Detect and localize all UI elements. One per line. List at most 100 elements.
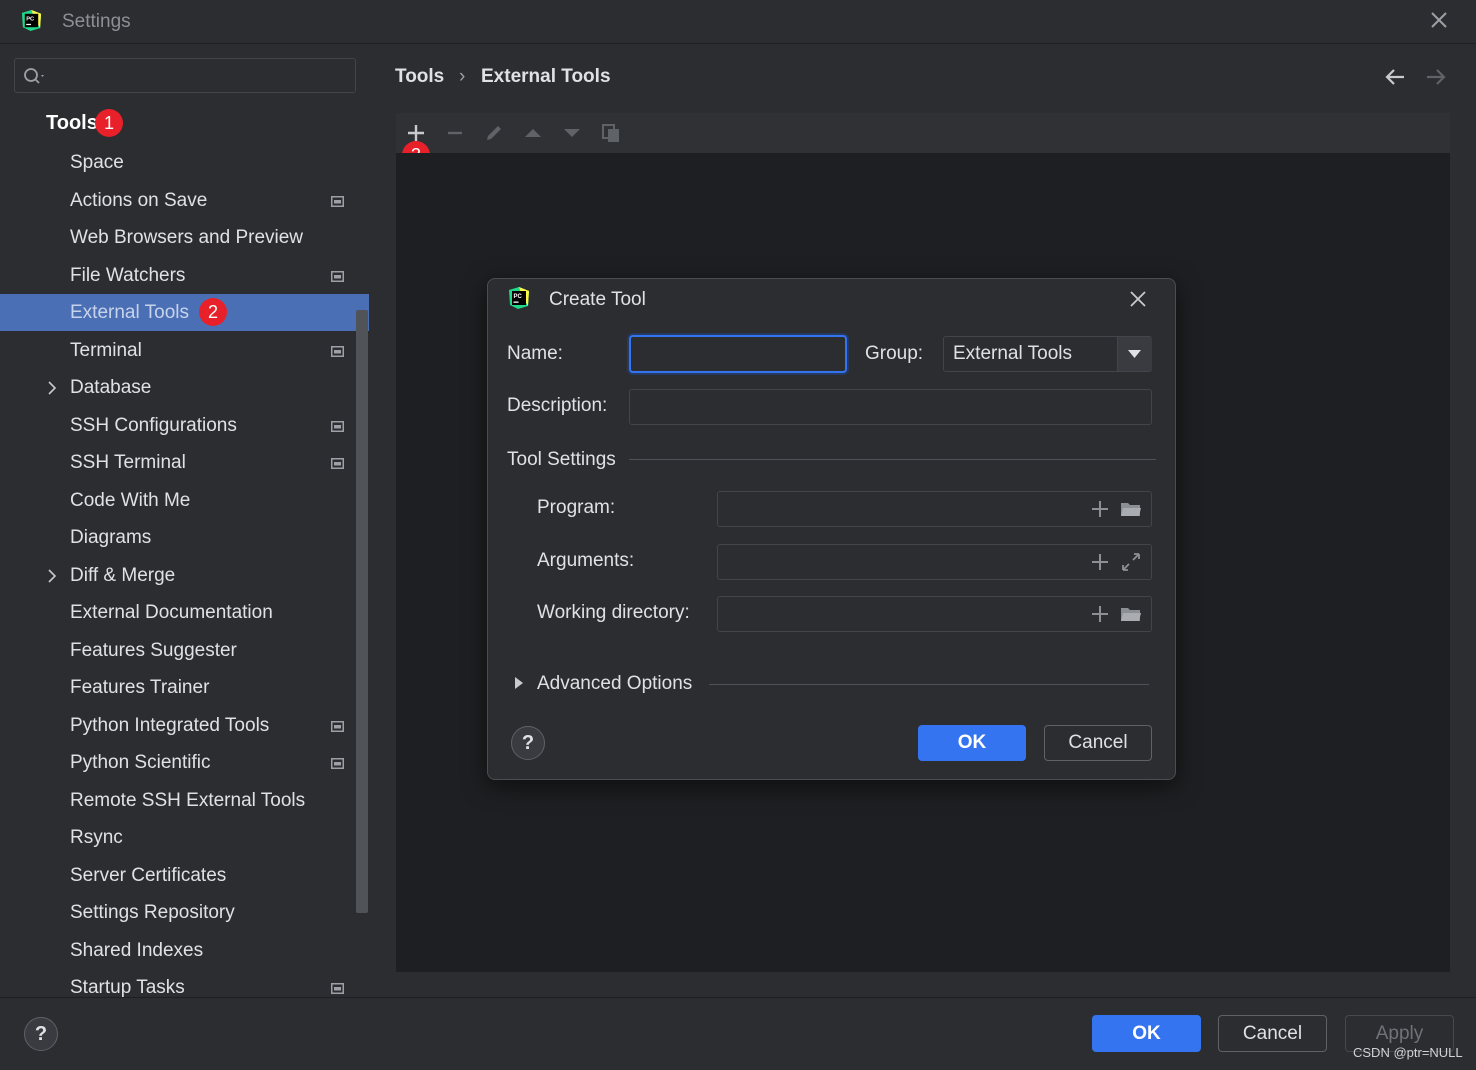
sidebar-item-features-suggester[interactable]: Features Suggester [0,632,356,669]
chevron-right-icon[interactable] [46,381,58,395]
insert-macro-icon[interactable] [1089,551,1111,573]
breadcrumb-parent[interactable]: Tools [395,66,444,88]
window-title: Settings [62,11,131,32]
sidebar-item-label: Python Scientific [70,752,211,773]
ok-button[interactable]: OK [1092,1015,1201,1052]
tool-settings-heading: Tool Settings [507,449,616,470]
sidebar-item-shared-indexes[interactable]: Shared Indexes [0,932,356,969]
sidebar-item-external-documentation[interactable]: External Documentation [0,594,356,631]
annotation-badge-2: 2 [199,298,227,326]
sidebar-item-remote-ssh-external-tools[interactable]: Remote SSH External Tools [0,782,356,819]
settings-help-button[interactable]: ? [24,1017,58,1051]
sidebar-item-diagrams[interactable]: Diagrams [0,519,356,556]
sidebar-item-label: Features Trainer [70,677,210,698]
name-label: Name: [507,343,563,364]
sidebar-item-code-with-me[interactable]: Code With Me [0,482,356,519]
working-directory-label: Working directory: [537,602,690,623]
project-level-icon [331,758,344,769]
sidebar-item-ssh-configurations[interactable]: SSH Configurations [0,407,356,444]
sidebar-item-space[interactable]: Space [0,144,356,181]
sidebar-item-label: Python Integrated Tools [70,715,270,736]
move-up-icon[interactable] [522,122,544,144]
dialog-cancel-button[interactable]: Cancel [1044,725,1152,761]
sidebar-item-server-certificates[interactable]: Server Certificates [0,857,356,894]
sidebar-item-diff-merge[interactable]: Diff & Merge [0,557,356,594]
copy-icon[interactable] [600,122,622,144]
sidebar-item-label: Actions on Save [70,190,208,211]
sidebar-item-label: SSH Configurations [70,415,237,436]
expand-icon[interactable] [1120,551,1142,573]
advanced-options-divider [709,684,1149,685]
sidebar-item-external-tools[interactable]: External Tools 2 [0,294,369,331]
breadcrumb-separator: › [459,66,466,87]
dialog-help-button[interactable]: ? [511,726,545,760]
advanced-options-toggle[interactable]: Advanced Options [537,673,692,695]
project-level-icon [331,271,344,282]
cancel-button[interactable]: Cancel [1218,1015,1327,1052]
chevron-right-icon[interactable] [46,569,58,583]
description-field[interactable] [629,389,1152,425]
folder-icon[interactable] [1120,603,1142,625]
sidebar-scrollbar[interactable] [356,310,368,913]
sidebar-item-actions-on-save[interactable]: Actions on Save [0,182,356,219]
sidebar-item-settings-repository[interactable]: Settings Repository [0,894,356,931]
project-level-icon [331,721,344,732]
sidebar-item-web-browsers-and-preview[interactable]: Web Browsers and Preview [0,219,356,256]
move-down-icon[interactable] [561,122,583,144]
sidebar-item-label: Terminal [70,340,142,361]
program-label: Program: [537,497,616,518]
insert-macro-icon[interactable] [1089,498,1111,520]
sidebar-item-label: SSH Terminal [70,452,186,473]
tool-settings-divider [629,459,1156,460]
sidebar-item-label: Code With Me [70,490,191,511]
sidebar-item-python-integrated-tools[interactable]: Python Integrated Tools [0,707,356,744]
working-directory-field[interactable] [717,596,1152,632]
arguments-field[interactable] [717,544,1152,580]
project-level-icon [331,458,344,469]
forward-arrow-icon[interactable] [1425,67,1447,87]
sidebar-item-label: Space [70,152,124,173]
sidebar-item-label: Server Certificates [70,865,227,886]
tree-root-tools[interactable]: Tools [46,112,98,135]
sidebar-item-terminal[interactable]: Terminal [0,332,356,369]
sidebar-item-features-trainer[interactable]: Features Trainer [0,669,356,706]
annotation-badge-1: 1 [95,109,123,137]
sidebar-item-ssh-terminal[interactable]: SSH Terminal [0,444,356,481]
sidebar-item-label: Settings Repository [70,902,235,923]
sidebar-item-label: External Tools [70,302,189,323]
sidebar-item-label: Shared Indexes [70,940,204,961]
caret-right-icon[interactable] [513,676,525,690]
dialog-ok-button[interactable]: OK [918,725,1026,761]
insert-macro-icon[interactable] [1089,603,1111,625]
sidebar-item-label: Diagrams [70,527,152,548]
folder-icon[interactable] [1120,498,1142,520]
close-icon[interactable] [1428,9,1450,31]
sidebar-item-label: Database [70,377,152,398]
program-field[interactable] [717,491,1152,527]
project-level-icon [331,346,344,357]
svg-text:PC: PC [514,294,523,300]
close-icon[interactable] [1128,289,1148,309]
sidebar-item-python-scientific[interactable]: Python Scientific [0,744,356,781]
edit-icon[interactable] [483,122,505,144]
search-input[interactable] [52,62,351,91]
sidebar-item-label: Diff & Merge [70,565,176,586]
project-level-icon [331,983,344,994]
sidebar-item-label: Features Suggester [70,640,237,661]
sidebar-item-label: Rsync [70,827,123,848]
sidebar-item-label: File Watchers [70,265,186,286]
watermark-text: CSDN @ptr=NULL [1353,1045,1463,1060]
sidebar-item-file-watchers[interactable]: File Watchers [0,257,356,294]
sidebar-item-database[interactable]: Database [0,369,356,406]
back-arrow-icon[interactable] [1384,67,1406,87]
project-level-icon [331,196,344,207]
project-level-icon [331,421,344,432]
pycharm-logo-icon: PC [509,287,529,309]
group-label: Group: [865,343,924,364]
name-field[interactable] [629,335,847,373]
sidebar-item-rsync[interactable]: Rsync [0,819,356,856]
svg-text:PC: PC [26,17,34,23]
search-icon [24,68,44,84]
remove-icon[interactable] [444,122,466,144]
breadcrumb-current: External Tools [481,66,611,87]
